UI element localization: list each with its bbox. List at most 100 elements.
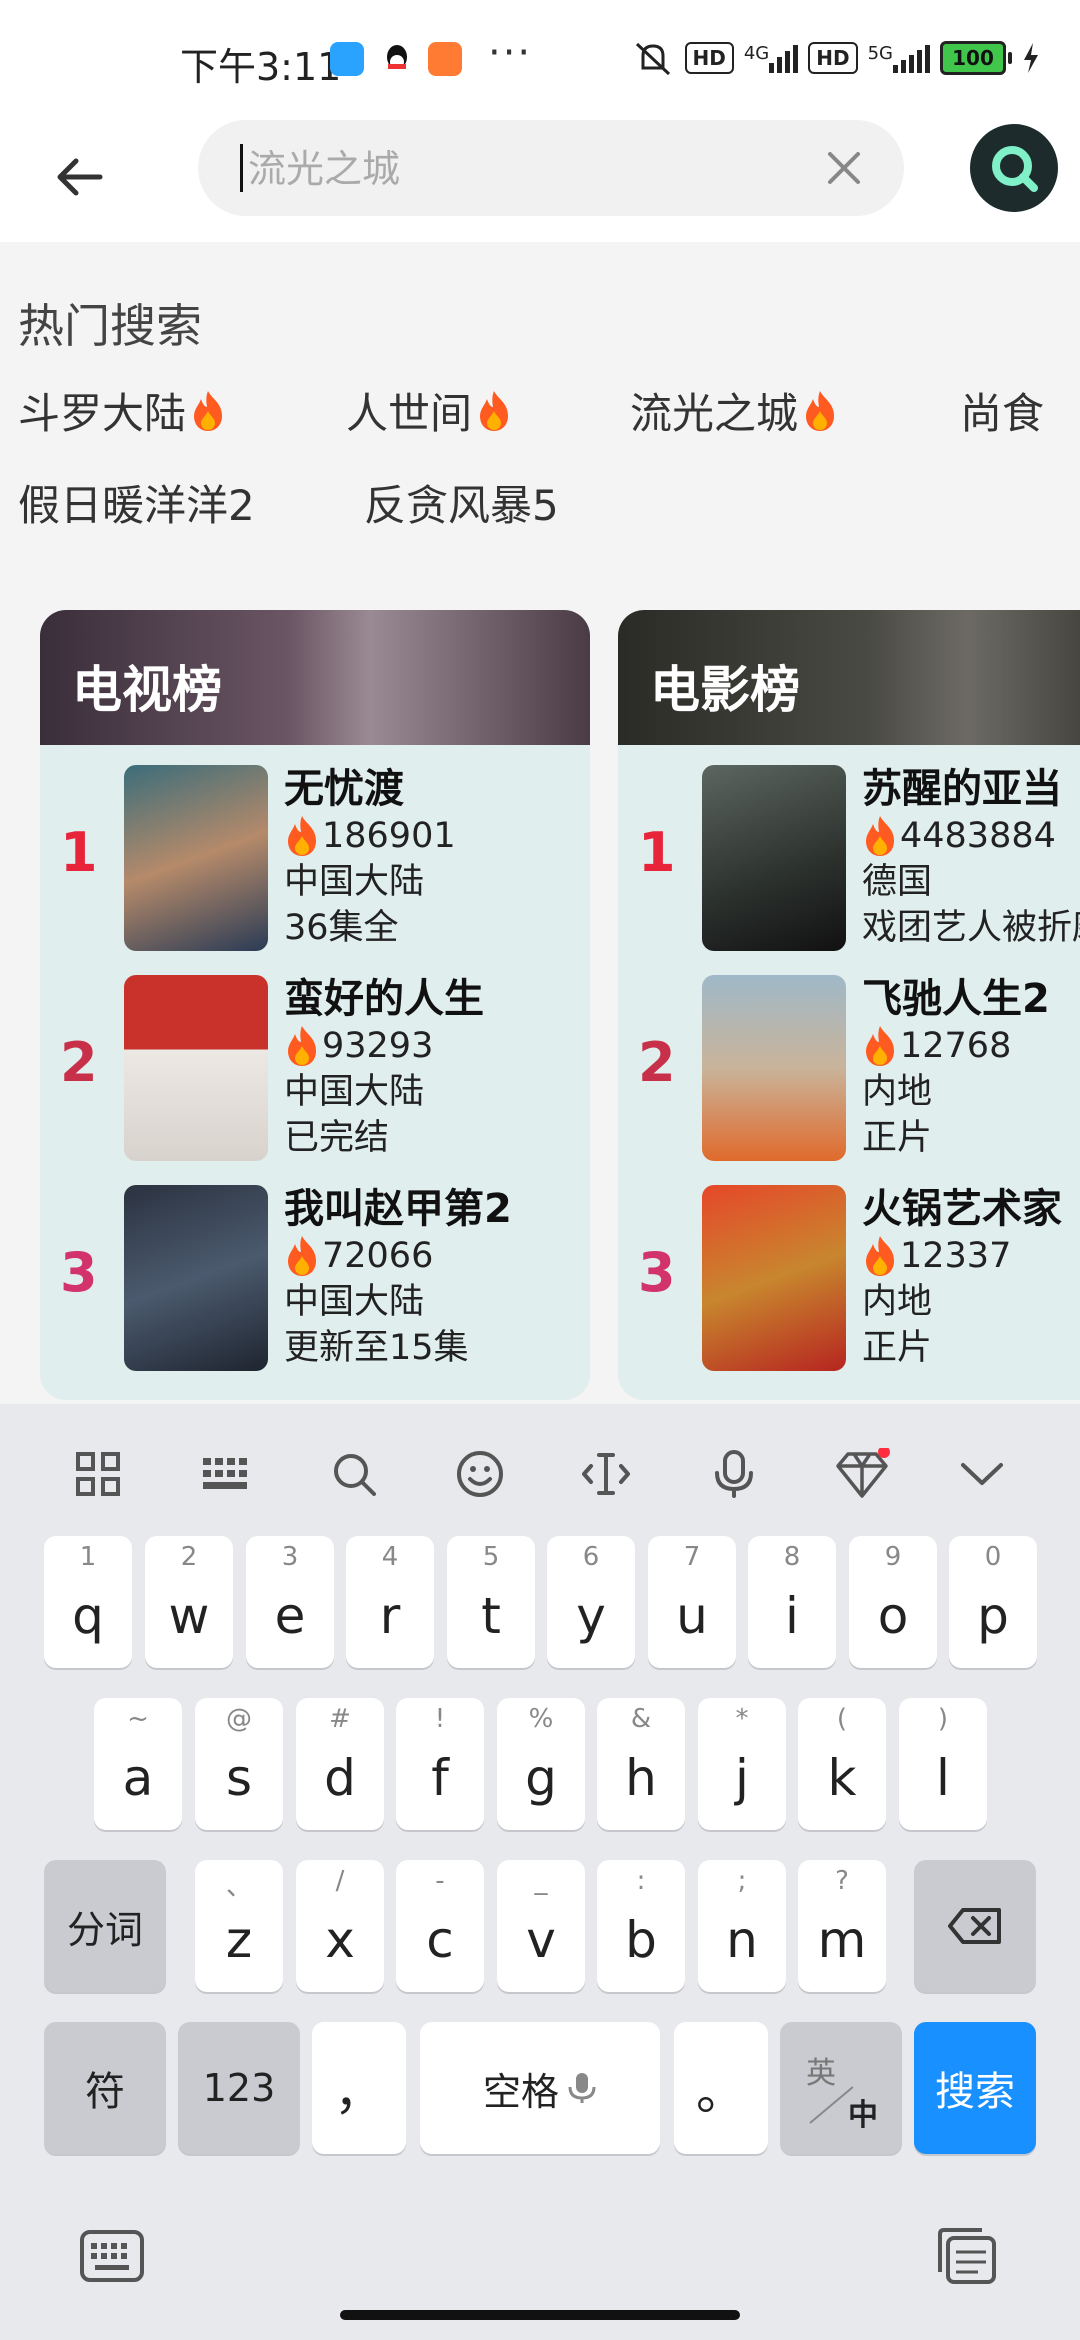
key-space[interactable]: 空格 [420,2022,660,2154]
key-e[interactable]: 3e [246,1536,334,1668]
key-q[interactable]: 1q [44,1536,132,1668]
shopping-app-icon [428,42,462,76]
movie-chart-header: 电影榜 [618,610,1080,745]
key-k[interactable]: (k [798,1698,886,1830]
key-w[interactable]: 2w [145,1536,233,1668]
hot-tag[interactable]: 斗罗大陆 [18,380,226,441]
key-y[interactable]: 6y [547,1536,635,1668]
key-z[interactable]: 、 z [195,1860,283,1992]
key-n[interactable]: ; n [698,1860,786,1992]
kb-search-button[interactable] [314,1434,394,1514]
key-search[interactable]: 搜索 [914,2022,1036,2154]
hot-tag[interactable]: 流光之城 [630,380,838,441]
hot-tag[interactable]: 人世间 [346,380,512,441]
fire-icon [190,389,226,433]
key-p[interactable]: 0p [949,1536,1037,1668]
poster-image [702,765,846,951]
chart-entry[interactable]: 3 我叫赵甲第2 72066 中国大陆 更新至15集 [40,1185,590,1385]
hide-keyboard-button[interactable] [72,2216,152,2296]
arrow-left-icon [57,158,103,196]
search-button[interactable] [970,124,1058,212]
qq-icon [380,42,414,76]
soft-keyboard: 1q 2w 3e 4r 5t 6y 7u 8i 9o 0p ~ a @ s # d !… [0,1404,1080,2340]
fire-icon [862,1234,898,1278]
kb-layout-button[interactable] [186,1434,266,1514]
kb-voice-button[interactable] [694,1434,774,1514]
chart-entry[interactable]: 2 蛮好的人生 93293 中国大陆 已完结 [40,975,590,1175]
key-numbers[interactable]: 123 [178,2022,300,2154]
key-lang-switch[interactable]: 英 中 [780,2022,902,2154]
key-l[interactable]: ) l [899,1698,987,1830]
battery-icon: 100 [940,41,1012,75]
title-text: 火锅艺术家 [862,1186,1062,1232]
key-d[interactable]: # d [296,1698,384,1830]
signal-5g-icon: 5G [868,43,930,73]
clear-button[interactable] [822,146,866,190]
key-u[interactable]: 7u [648,1536,736,1668]
tv-chart-card[interactable]: 电视榜 1 无忧渡 186901 中国大陆 36集全 2 蛮好的人生 93293… [40,610,590,1400]
key-c[interactable]: -c [396,1860,484,1992]
key-symbols[interactable]: 符 [44,2022,166,2154]
search-header [0,120,1080,242]
key-f[interactable]: ! f [396,1698,484,1830]
search-input[interactable] [246,134,810,204]
poster-image [702,975,846,1161]
clipboard-button[interactable] [926,2216,1006,2296]
hot-tag[interactable]: 假日暖洋洋2 [18,472,255,533]
episode-status: 36集全 [284,908,399,948]
diamond-icon [836,1448,890,1498]
key-a[interactable]: ~ a [94,1698,182,1830]
heat-value: 72066 [322,1236,434,1276]
more-notifications-icon: ··· [488,30,533,76]
heat-value: 93293 [322,1026,434,1066]
poster-image [124,1185,268,1371]
key-comma[interactable]: ， [312,2022,406,2154]
title-text: 蛮好的人生 [284,976,484,1022]
episode-status: 正片 [862,1118,933,1158]
home-indicator[interactable] [340,2310,740,2320]
title-text: 我叫赵甲第2 [284,1186,512,1232]
key-b[interactable]: :b [597,1860,685,1992]
fire-icon [284,814,320,858]
key-o[interactable]: 9o [849,1536,937,1668]
chart-entry[interactable]: 1 苏醒的亚当 4483884 德国 戏团艺人被折磨 [618,765,1080,965]
hot-tag[interactable]: 尚食 [960,380,1044,441]
key-g[interactable]: % g [497,1698,585,1830]
kb-emoji-button[interactable] [440,1434,520,1514]
key-t[interactable]: 5t [447,1536,535,1668]
movie-chart-card[interactable]: 电影榜 1 苏醒的亚当 4483884 德国 戏团艺人被折磨 2 飞驰人生2 1… [618,610,1080,1400]
key-h[interactable]: & h [597,1698,685,1830]
kb-collapse-button[interactable] [942,1434,1022,1514]
kb-cursor-button[interactable] [566,1434,646,1514]
chart-entry[interactable]: 2 飞驰人生2 12768 内地 正片 [618,975,1080,1175]
key-backspace[interactable] [914,1860,1036,1992]
region-text: 内地 [862,1282,933,1322]
status-time: 下午3:11 [180,45,342,89]
key-i[interactable]: 8i [748,1536,836,1668]
close-icon [828,152,860,184]
back-button[interactable] [46,144,112,210]
key-j[interactable]: * j [698,1698,786,1830]
key-s[interactable]: @ s [195,1698,283,1830]
cursor-move-icon [582,1453,630,1495]
key-v[interactable]: _ v [497,1860,585,1992]
chart-entry[interactable]: 3 火锅艺术家 12337 内地 正片 [618,1185,1080,1385]
episode-status: 更新至15集 [284,1328,469,1368]
kb-skin-button[interactable] [822,1434,902,1514]
fire-icon [284,1234,320,1278]
rank-number: 1 [638,821,676,884]
text-caret [240,144,243,192]
title-text: 飞驰人生2 [862,976,1050,1022]
kb-apps-button[interactable] [58,1434,138,1514]
search-icon [334,1454,376,1496]
key-m[interactable]: ? m [798,1860,886,1992]
region-text: 中国大陆 [284,1282,425,1322]
key-x[interactable]: / x [296,1860,384,1992]
key-fenci[interactable]: 分词 [44,1860,166,1992]
region-text: 德国 [862,862,933,902]
key-r[interactable]: 4r [346,1536,434,1668]
key-period[interactable]: 。 [674,2022,768,2154]
search-box[interactable] [198,120,904,216]
chart-entry[interactable]: 1 无忧渡 186901 中国大陆 36集全 [40,765,590,965]
hot-tag[interactable]: 反贪风暴5 [364,472,559,533]
